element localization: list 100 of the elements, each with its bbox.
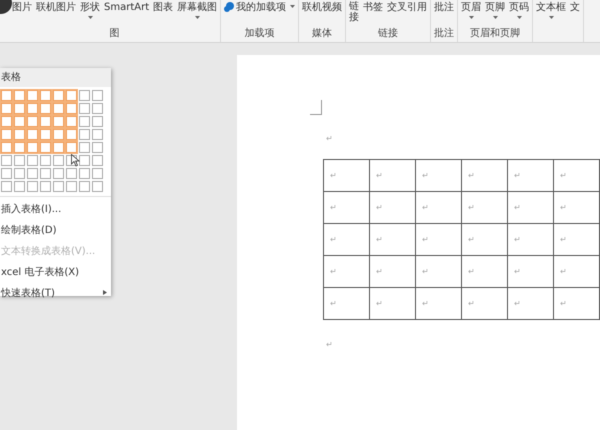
table-size-cell[interactable] [1, 129, 12, 140]
table-size-cell[interactable] [27, 116, 38, 127]
table-size-cell[interactable] [53, 116, 64, 127]
ribbon-button[interactable]: 联机图片 [35, 1, 77, 14]
cell-mark: ↵ [468, 203, 475, 212]
cell-mark: ↵ [560, 299, 567, 308]
table-size-cell[interactable] [1, 142, 12, 153]
cell-mark: ↵ [514, 171, 521, 180]
ribbon-button[interactable]: 交叉引用 [386, 1, 428, 14]
table-size-cell[interactable] [92, 181, 103, 192]
table-size-cell[interactable] [79, 90, 90, 101]
ribbon-button[interactable]: 形状 [79, 1, 101, 19]
ribbon-button[interactable]: 书签 [362, 1, 384, 14]
table-size-cell[interactable] [66, 103, 77, 114]
table-size-cell[interactable] [14, 90, 25, 101]
ribbon-button[interactable]: 屏幕截图 [176, 1, 218, 19]
paragraph-mark: ↵ [326, 135, 333, 143]
paragraph-mark: ↵ [326, 341, 333, 349]
menu-item[interactable]: 快速表格(T) [0, 283, 111, 304]
ribbon-button[interactable]: 页脚 [484, 1, 506, 19]
table-size-cell[interactable] [1, 181, 12, 192]
ribbon-button[interactable]: SmartArt [103, 1, 150, 14]
table-size-cell[interactable] [14, 129, 25, 140]
table-size-cell[interactable] [27, 181, 38, 192]
table-size-cell[interactable] [14, 168, 25, 179]
table-size-cell[interactable] [1, 168, 12, 179]
table-size-cell[interactable] [53, 103, 64, 114]
cell-mark: ↵ [514, 203, 521, 212]
menu-item[interactable]: 绘制表格(D) [0, 220, 111, 241]
menu-item[interactable]: 插入表格(I)... [0, 199, 111, 220]
table-size-cell[interactable] [14, 155, 25, 166]
table-size-cell[interactable] [40, 90, 51, 101]
table-size-cell[interactable] [66, 90, 77, 101]
cell-mark: ↵ [468, 299, 475, 308]
table-size-cell[interactable] [92, 168, 103, 179]
table-size-cell[interactable] [14, 116, 25, 127]
table-size-cell[interactable] [66, 181, 77, 192]
table-size-cell[interactable] [79, 155, 90, 166]
table-size-cell[interactable] [53, 155, 64, 166]
table-size-cell[interactable] [40, 129, 51, 140]
table-size-cell[interactable] [92, 116, 103, 127]
table-size-cell[interactable] [79, 181, 90, 192]
table-size-cell[interactable] [79, 116, 90, 127]
add-in-icon [224, 2, 234, 12]
table-size-cell[interactable] [40, 142, 51, 153]
cell-mark: ↵ [422, 203, 429, 212]
ribbon-button[interactable]: 链接 [348, 1, 360, 23]
ribbon-button[interactable]: 图表 [152, 1, 174, 14]
group-label: 媒体 [311, 27, 334, 41]
cell-mark: ↵ [376, 299, 383, 308]
ribbon-button[interactable]: 批注 [433, 1, 456, 14]
cell-mark: ↵ [376, 203, 383, 212]
table-size-cell[interactable] [27, 129, 38, 140]
table-size-cell[interactable] [27, 103, 38, 114]
ribbon-button[interactable]: 我的加载项 [223, 1, 296, 14]
table-size-cell[interactable] [40, 181, 51, 192]
cell-mark: ↵ [330, 171, 337, 180]
ribbon-button[interactable]: 文 [569, 1, 582, 14]
table-size-cell[interactable] [92, 90, 103, 101]
table-size-cell[interactable] [40, 103, 51, 114]
table-size-cell[interactable] [53, 90, 64, 101]
table-size-cell[interactable] [14, 181, 25, 192]
table-size-cell[interactable] [53, 181, 64, 192]
table-size-cell[interactable] [1, 116, 12, 127]
table-size-cell[interactable] [79, 168, 90, 179]
table-size-cell[interactable] [27, 90, 38, 101]
ribbon-button[interactable]: 联机视频 [301, 1, 344, 14]
ribbon-button[interactable]: 页码 [508, 1, 530, 19]
table-size-cell[interactable] [53, 129, 64, 140]
table-size-cell[interactable] [40, 116, 51, 127]
table-size-cell[interactable] [40, 168, 51, 179]
table-size-cell[interactable] [92, 129, 103, 140]
table-size-cell[interactable] [66, 168, 77, 179]
table-size-cell[interactable] [14, 142, 25, 153]
table-size-cell[interactable] [27, 155, 38, 166]
table-size-cell[interactable] [66, 116, 77, 127]
table-size-cell[interactable] [92, 103, 103, 114]
table-size-cell[interactable] [79, 129, 90, 140]
table-size-cell[interactable] [53, 142, 64, 153]
table-size-cell[interactable] [1, 103, 12, 114]
table-size-cell[interactable] [79, 103, 90, 114]
group-label: 批注 [433, 26, 456, 41]
cell-mark: ↵ [514, 299, 521, 308]
table-size-cell[interactable] [1, 90, 12, 101]
table-size-cell[interactable] [66, 142, 77, 153]
table-size-cell[interactable] [53, 168, 64, 179]
menu-item[interactable]: xcel 电子表格(X) [0, 262, 111, 283]
table-size-cell[interactable] [1, 155, 12, 166]
table-size-cell[interactable] [92, 155, 103, 166]
cell-mark: ↵ [514, 235, 521, 244]
table-size-cell[interactable] [40, 155, 51, 166]
ribbon-button[interactable]: 文本框 [535, 1, 568, 19]
table-size-cell[interactable] [92, 142, 103, 153]
table-size-cell[interactable] [79, 142, 90, 153]
table-size-cell[interactable] [14, 103, 25, 114]
ribbon-button[interactable]: 图片 [11, 1, 33, 14]
table-size-cell[interactable] [27, 142, 38, 153]
table-size-cell[interactable] [66, 129, 77, 140]
ribbon-button[interactable]: 页眉 [460, 1, 482, 19]
table-size-cell[interactable] [27, 168, 38, 179]
